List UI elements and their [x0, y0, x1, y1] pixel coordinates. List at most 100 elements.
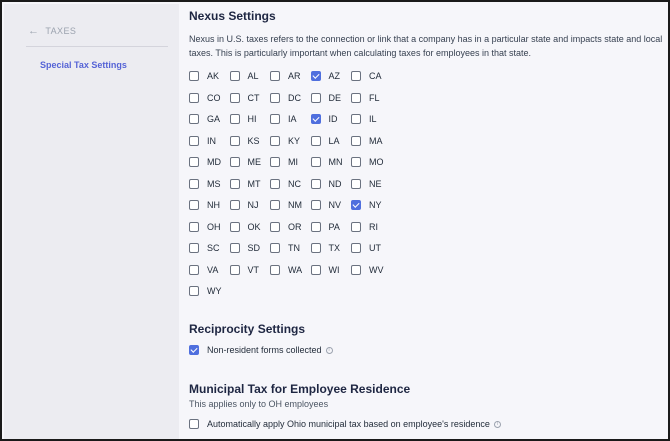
state-checkbox[interactable] [270, 114, 280, 124]
state-option-mt[interactable]: MT [229, 177, 261, 191]
state-checkbox[interactable] [351, 243, 361, 253]
state-checkbox[interactable] [189, 200, 199, 210]
state-checkbox[interactable] [310, 200, 321, 210]
state-option-nc[interactable]: NC [270, 177, 301, 191]
state-option-wv[interactable]: WV [351, 263, 384, 277]
state-option-fl[interactable]: FL [351, 91, 380, 105]
state-option-ct[interactable]: CT [229, 91, 260, 105]
state-checkbox[interactable] [229, 243, 240, 253]
state-option-ia[interactable]: IA [270, 112, 297, 126]
state-checkbox[interactable] [310, 92, 321, 103]
info-circle-icon[interactable]: i [493, 420, 501, 428]
state-option-ok[interactable]: OK [229, 220, 261, 234]
state-option-la[interactable]: LA [310, 134, 340, 148]
state-option-ri[interactable]: RI [351, 220, 378, 234]
state-option-nm[interactable]: NM [270, 198, 302, 212]
state-checkbox[interactable] [229, 92, 240, 103]
state-option-ny[interactable]: NY [351, 198, 382, 212]
state-checkbox[interactable] [229, 114, 240, 124]
state-checkbox[interactable] [351, 157, 361, 167]
state-checkbox[interactable] [310, 243, 321, 253]
state-checkbox[interactable] [270, 157, 280, 167]
state-checkbox[interactable] [270, 178, 280, 189]
ohio-municipal-tax-option[interactable]: Automatically apply Ohio municipal tax b… [189, 419, 501, 429]
state-option-id[interactable]: ID [310, 112, 338, 126]
state-checkbox[interactable] [270, 71, 280, 81]
state-checkbox[interactable] [189, 286, 199, 296]
state-option-ks[interactable]: KS [229, 134, 260, 148]
state-option-ms[interactable]: MS [189, 177, 221, 191]
state-option-dc[interactable]: DC [270, 91, 301, 105]
state-option-ne[interactable]: NE [351, 177, 382, 191]
state-checkbox[interactable] [229, 221, 240, 232]
state-checkbox[interactable] [189, 114, 199, 124]
state-checkbox[interactable] [270, 92, 280, 103]
state-option-ak[interactable]: AK [189, 69, 219, 83]
state-checkbox[interactable] [189, 71, 199, 81]
state-checkbox[interactable] [229, 178, 240, 189]
state-option-il[interactable]: IL [351, 112, 377, 126]
state-option-pa[interactable]: PA [310, 220, 340, 234]
state-checkbox[interactable] [189, 264, 199, 275]
state-option-sd[interactable]: SD [229, 241, 260, 255]
state-checkbox[interactable] [310, 157, 321, 167]
state-option-nj[interactable]: NJ [229, 198, 259, 212]
state-option-tn[interactable]: TN [270, 241, 300, 255]
state-checkbox[interactable] [229, 135, 240, 146]
state-option-wi[interactable]: WI [310, 263, 340, 277]
state-checkbox[interactable] [189, 135, 199, 146]
state-checkbox[interactable] [229, 157, 240, 167]
state-checkbox[interactable] [310, 221, 321, 232]
state-checkbox[interactable] [310, 135, 321, 146]
state-checkbox[interactable] [351, 264, 361, 275]
state-option-mo[interactable]: MO [351, 155, 384, 169]
state-checkbox[interactable] [310, 114, 321, 124]
state-option-tx[interactable]: TX [310, 241, 340, 255]
sidebar-item-special-tax-settings[interactable]: Special Tax Settings [40, 60, 127, 70]
state-checkbox[interactable] [229, 200, 240, 210]
state-option-hi[interactable]: HI [229, 112, 257, 126]
state-option-nv[interactable]: NV [310, 198, 341, 212]
state-option-vt[interactable]: VT [229, 263, 259, 277]
back-to-taxes-link[interactable]: ← TAXES [28, 25, 76, 37]
state-checkbox[interactable] [270, 200, 280, 210]
state-checkbox[interactable] [189, 221, 199, 232]
state-checkbox[interactable] [270, 243, 280, 253]
state-option-md[interactable]: MD [189, 155, 221, 169]
state-checkbox[interactable] [351, 135, 361, 146]
state-option-va[interactable]: VA [189, 263, 218, 277]
state-option-al[interactable]: AL [229, 69, 259, 83]
state-option-co[interactable]: CO [189, 91, 221, 105]
state-option-nd[interactable]: ND [310, 177, 342, 191]
state-option-mn[interactable]: MN [310, 155, 343, 169]
state-option-in[interactable]: IN [189, 134, 216, 148]
state-option-de[interactable]: DE [310, 91, 341, 105]
info-circle-icon[interactable]: i [325, 346, 333, 354]
state-option-ca[interactable]: CA [351, 69, 382, 83]
state-checkbox[interactable] [351, 178, 361, 189]
ohio-municipal-tax-checkbox[interactable] [189, 419, 199, 429]
state-option-wa[interactable]: WA [270, 263, 302, 277]
state-checkbox[interactable] [229, 264, 240, 275]
state-option-ar[interactable]: AR [270, 69, 301, 83]
state-checkbox[interactable] [189, 157, 199, 167]
state-option-me[interactable]: ME [229, 155, 261, 169]
state-option-ma[interactable]: MA [351, 134, 383, 148]
state-checkbox[interactable] [189, 92, 199, 103]
state-checkbox[interactable] [270, 264, 280, 275]
state-checkbox[interactable] [351, 114, 361, 124]
non-resident-forms-checkbox[interactable] [189, 345, 199, 355]
state-option-sc[interactable]: SC [189, 241, 220, 255]
state-checkbox[interactable] [351, 200, 361, 210]
state-checkbox[interactable] [351, 71, 361, 81]
state-option-mi[interactable]: MI [270, 155, 298, 169]
state-checkbox[interactable] [351, 221, 361, 232]
state-option-oh[interactable]: OH [189, 220, 221, 234]
state-option-ga[interactable]: GA [189, 112, 220, 126]
state-option-ky[interactable]: KY [270, 134, 300, 148]
non-resident-forms-option[interactable]: Non-resident forms collected i [189, 345, 333, 355]
state-option-nh[interactable]: NH [189, 198, 220, 212]
state-checkbox[interactable] [270, 135, 280, 146]
state-checkbox[interactable] [310, 71, 321, 81]
state-checkbox[interactable] [310, 264, 321, 275]
